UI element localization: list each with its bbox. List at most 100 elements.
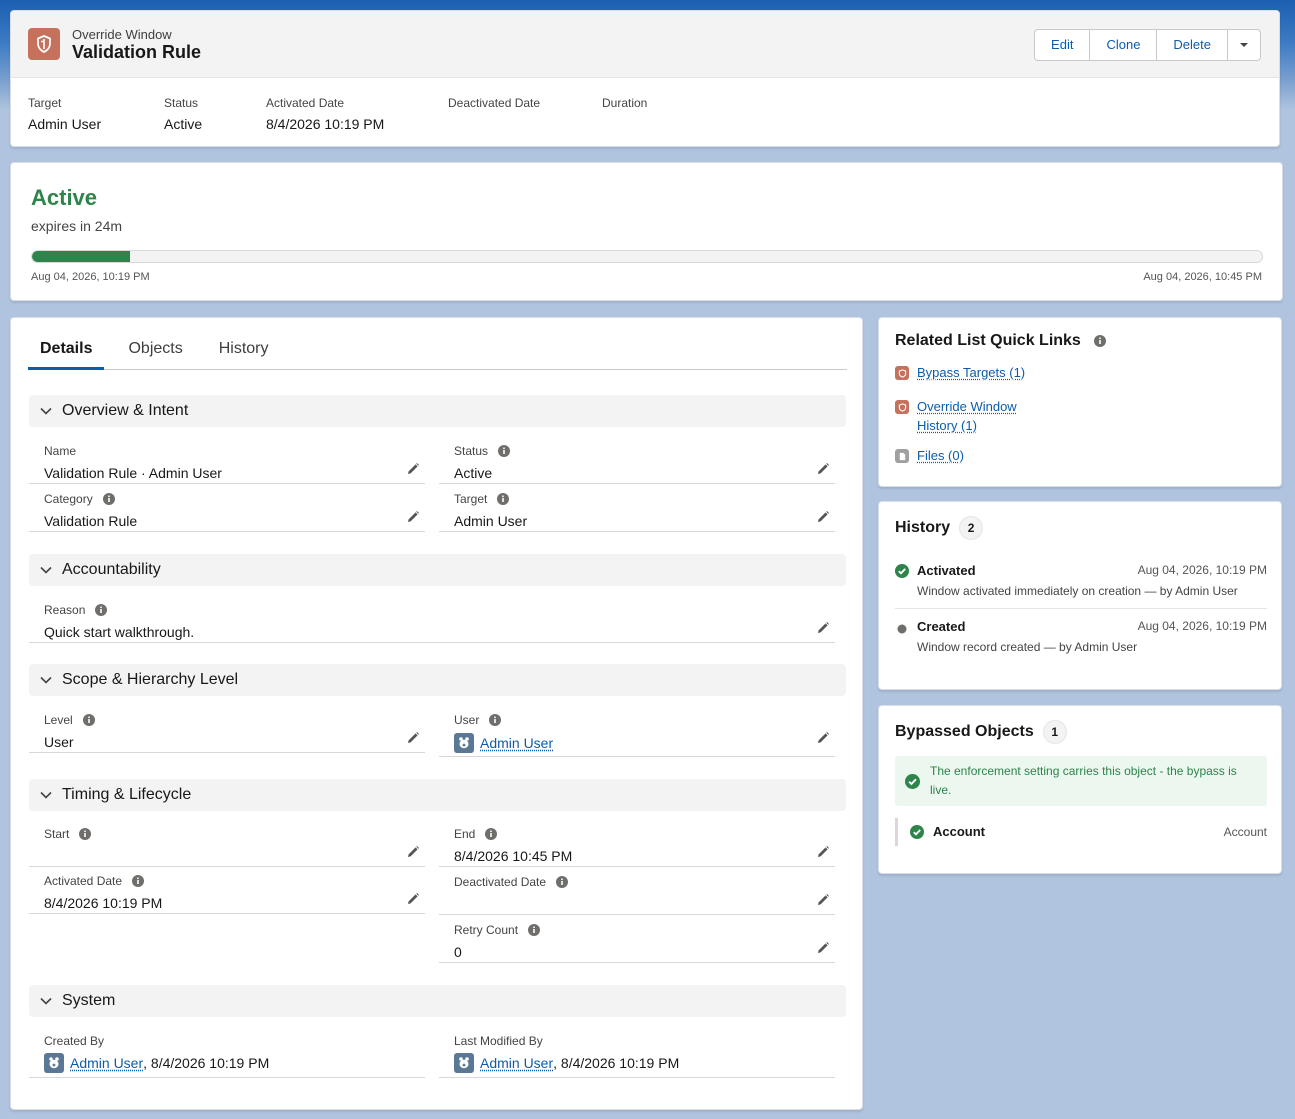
info-icon[interactable] [489,714,502,726]
edit-button[interactable]: Edit [1035,30,1091,60]
quick-link-label[interactable]: Files (0) [917,448,964,463]
chevron-down-icon [40,997,52,1005]
status-title: Active [31,185,98,210]
field-value: User [44,734,74,750]
quick-link-files[interactable]: Files (0) [895,448,964,463]
field-label: Created By [44,1034,104,1048]
pencil-icon[interactable] [816,621,830,635]
info-icon[interactable] [82,714,95,726]
highlight-value: Active [164,116,203,132]
section-accountability-header[interactable]: Accountability [29,554,846,586]
field-start: Start [29,819,425,867]
section-scope-header[interactable]: Scope & Hierarchy Level [29,664,846,696]
pencil-icon[interactable] [406,845,420,859]
field-activated-date: Activated Date 8/4/2026 10:19 PM [29,866,425,914]
pencil-icon[interactable] [816,731,830,745]
delete-button[interactable]: Delete [1157,30,1228,60]
field-label-text: User [454,713,480,727]
tab-history[interactable]: History [207,336,281,369]
history-item-date: Aug 04, 2026, 10:19 PM [1137,619,1267,633]
info-icon[interactable] [102,493,115,505]
field-label: User [454,713,502,727]
field-label-text: Status [454,444,489,458]
check-circle-icon [905,773,920,789]
history-item-activated: Activated Aug 04, 2026, 10:19 PM Window … [895,563,1267,609]
info-icon[interactable] [79,828,92,840]
field-label: Retry Count [454,923,541,937]
user-link[interactable]: Admin User [480,735,553,751]
created-by-user-link[interactable]: Admin User [70,1055,143,1071]
pencil-icon[interactable] [816,845,830,859]
field-level: Level User [29,705,425,753]
field-value: Admin User , 8/4/2026 10:19 PM [454,1053,679,1073]
banner-text: The enforcement setting carries this obj… [930,764,1237,797]
quick-link-bypass-targets[interactable]: Bypass Targets (1) [895,365,1025,380]
field-label: End [454,827,498,841]
pencil-icon[interactable] [816,941,830,955]
info-icon[interactable] [132,875,145,887]
info-icon[interactable] [497,493,510,505]
shield-icon [28,28,60,60]
more-actions-button[interactable] [1228,30,1260,60]
pencil-icon[interactable] [816,510,830,524]
info-icon[interactable] [95,604,108,616]
bypassed-object-row[interactable]: Account Account [895,818,1267,846]
pencil-icon[interactable] [816,462,830,476]
chevron-down-icon [40,676,52,684]
bypass-live-banner: The enforcement setting carries this obj… [895,756,1267,806]
highlight-deactivated-date: Deactivated Date [448,96,602,133]
field-label-text: Start [44,827,70,841]
field-label-text: Activated Date [44,874,123,888]
pencil-icon[interactable] [406,731,420,745]
file-icon [895,449,909,463]
pencil-icon[interactable] [406,510,420,524]
object-type-label: Override Window [72,27,172,42]
info-icon[interactable] [1093,335,1106,347]
quick-link-label[interactable]: Override Window History (1) [917,397,1017,435]
pencil-icon[interactable] [406,892,420,906]
highlight-status: Status Active [164,96,266,133]
expiry-progress-bar [31,250,1263,263]
tab-objects[interactable]: Objects [116,336,194,369]
field-label-text: Target [454,492,488,506]
field-label-text: Name [44,444,77,458]
modified-date: , 8/4/2026 10:19 PM [553,1055,680,1071]
section-timing-header[interactable]: Timing & Lifecycle [29,779,846,811]
info-icon[interactable] [528,924,541,936]
quick-link-label[interactable]: Bypass Targets (1) [917,365,1025,380]
quick-link-override-window-history[interactable]: Override Window History (1) [895,397,1017,435]
field-value: Validation Rule · Admin User [44,465,222,481]
highlight-value: 8/4/2026 10:19 PM [266,116,385,132]
status-subtitle: expires in 24m [31,218,123,234]
field-label-text: End [454,827,476,841]
info-icon[interactable] [556,876,569,888]
pencil-icon[interactable] [816,893,830,907]
progress-end-label: Aug 04, 2026, 10:45 PM [1143,271,1262,283]
highlight-target: Target Admin User [28,96,164,133]
field-created-by: Created By Admin User , 8/4/2026 10:19 P… [29,1026,425,1078]
history-item-name: Activated [917,563,976,578]
field-value: Active [454,465,493,481]
shield-icon [895,366,909,380]
clone-button[interactable]: Clone [1090,30,1158,60]
modified-by-user-link[interactable]: Admin User [480,1055,553,1071]
history-item-name: Created [917,619,966,634]
tab-details[interactable]: Details [28,336,105,370]
user-avatar-icon [454,733,474,753]
section-overview-header[interactable]: Overview & Intent [29,395,846,427]
field-label: Start [44,827,92,841]
highlight-label: Target [28,96,62,110]
chevron-down-icon [1240,43,1248,47]
history-item-created: Created Aug 04, 2026, 10:19 PM Window re… [895,619,1267,659]
highlight-label: Deactivated Date [448,96,541,110]
pencil-icon[interactable] [406,462,420,476]
history-title-text: History [895,519,951,536]
section-system-header[interactable]: System [29,985,846,1017]
info-icon[interactable] [485,828,498,840]
action-button-group: Edit Clone Delete [1034,29,1261,61]
info-icon[interactable] [498,445,511,457]
quick-link-label-line2[interactable]: History (1) [917,418,977,433]
highlight-value [602,116,722,133]
field-name: Name Validation Rule · Admin User [29,436,425,484]
quick-link-label-line1[interactable]: Override Window [917,399,1017,414]
